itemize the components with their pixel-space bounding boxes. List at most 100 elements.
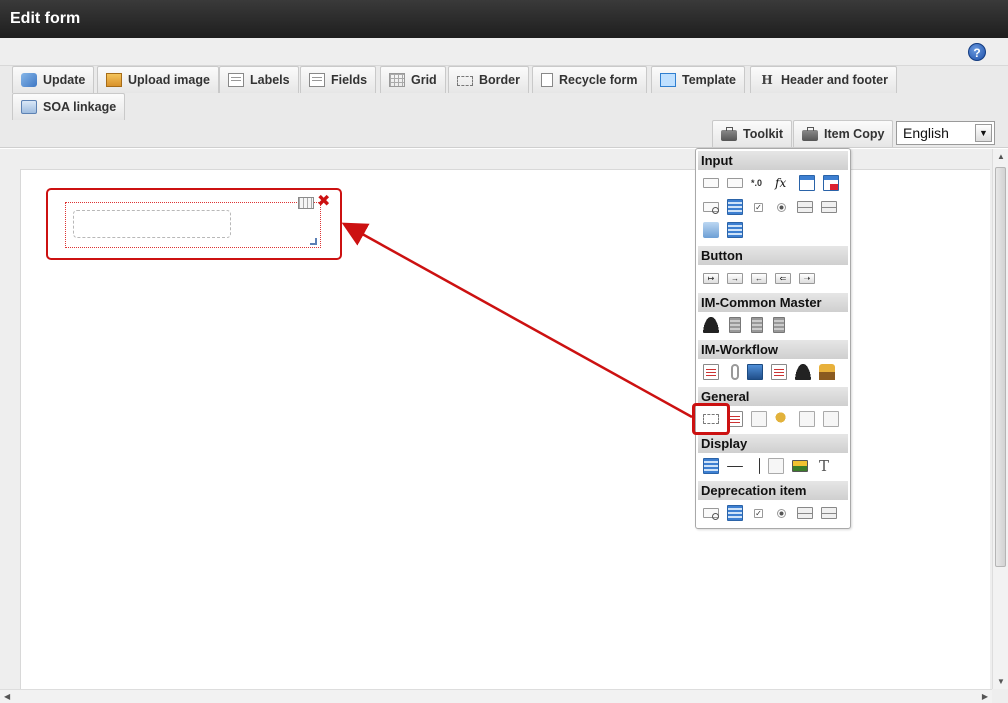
vertical-scrollbar[interactable]: ▲ ▼ (992, 149, 1008, 689)
deprecated-search-icon[interactable] (703, 508, 719, 520)
placed-field[interactable]: ✖ (65, 194, 330, 248)
fx-icon[interactable]: fx (775, 175, 791, 191)
horizontal-line-icon[interactable] (727, 466, 743, 467)
scroll-down-icon[interactable]: ▼ (997, 677, 1005, 686)
deprecated-checkbox-icon[interactable]: ✓ (754, 509, 763, 518)
palette-item-highlight (692, 403, 730, 435)
recycle-form-button[interactable]: Recycle form (532, 66, 647, 93)
vertical-line-icon[interactable] (759, 458, 760, 474)
horizontal-scrollbar[interactable]: ◀ ▶ (0, 689, 992, 703)
upload-image-label: Upload image (128, 73, 210, 87)
fields-button[interactable]: Fields (300, 66, 377, 93)
label-icon[interactable] (703, 458, 719, 474)
soa-linkage-icon (21, 100, 37, 114)
soa-linkage-label: SOA linkage (43, 100, 117, 114)
box-icon[interactable] (768, 458, 784, 474)
calendar-icon[interactable] (799, 175, 815, 191)
camera-icon[interactable] (751, 411, 767, 427)
help-icon[interactable]: ? (968, 43, 986, 61)
template-icon (660, 73, 676, 87)
fields-label: Fields (331, 73, 368, 87)
building-icon[interactable] (729, 317, 741, 333)
user-search-icon[interactable] (795, 364, 811, 380)
stamp-icon[interactable] (819, 364, 835, 380)
button-next-icon[interactable]: → (727, 273, 743, 284)
resize-handle-icon[interactable] (310, 238, 317, 245)
item-copy-button[interactable]: Item Copy (793, 120, 894, 147)
table-icon[interactable] (298, 197, 314, 209)
chevron-down-icon[interactable]: ▼ (975, 124, 992, 142)
picture-icon[interactable] (792, 460, 808, 472)
panel-icon[interactable] (799, 411, 815, 427)
section-im-workflow: IM-Workflow (698, 340, 848, 359)
section-button: Button (698, 246, 848, 265)
key-icon[interactable] (775, 411, 791, 427)
radio-icon[interactable] (777, 203, 786, 212)
toolkit-icon (721, 126, 737, 141)
org-user-icon[interactable] (751, 317, 763, 333)
text-icon[interactable]: T (816, 458, 832, 474)
upload-image-button[interactable]: Upload image (97, 66, 219, 93)
template-button[interactable]: Template (651, 66, 745, 93)
upload-icon[interactable] (703, 222, 719, 238)
calendar-range-icon[interactable] (823, 175, 839, 191)
border-icon (457, 76, 473, 86)
language-select[interactable]: English ▼ (896, 121, 995, 145)
button-forward-icon[interactable]: ➝ (799, 273, 815, 284)
recycle-form-label: Recycle form (559, 73, 638, 87)
clipboard-icon[interactable] (703, 364, 719, 380)
paperclip-icon[interactable] (731, 364, 739, 380)
toolkit-palette: Input *.0 fx ✓ Button ↦ → ← ⇐ ➝ IM-Commo… (695, 148, 851, 529)
button-check-icon[interactable]: ↦ (703, 273, 719, 284)
textbox-icon[interactable] (703, 178, 719, 188)
scroll-left-icon[interactable]: ◀ (4, 692, 10, 701)
soa-linkage-button[interactable]: SOA linkage (12, 93, 126, 120)
grid-icon (389, 73, 405, 87)
listbox-icon[interactable] (821, 201, 837, 213)
border-button[interactable]: Border (448, 66, 529, 93)
toolbar: Update Upload image Labels Fields Grid B… (0, 66, 1008, 148)
upload-image-icon (106, 73, 122, 87)
update-icon (21, 73, 37, 87)
deprecated-list-icon[interactable] (797, 507, 813, 519)
item-copy-label: Item Copy (824, 127, 885, 141)
number-icon[interactable]: *.0 (751, 175, 767, 191)
search-field-icon[interactable] (703, 202, 719, 214)
textbox-alt-icon[interactable] (727, 178, 743, 188)
help-bar: ? (0, 38, 1008, 66)
user-icon[interactable] (703, 317, 719, 333)
grid-button[interactable]: Grid (380, 66, 446, 93)
deprecated-table-icon[interactable] (727, 505, 743, 521)
table-input-icon[interactable] (727, 199, 743, 215)
language-value: English (903, 125, 949, 141)
fields-icon (309, 73, 325, 87)
org-icon[interactable] (773, 317, 785, 333)
deprecated-radio-icon[interactable] (777, 509, 786, 518)
history-icon[interactable] (771, 364, 787, 380)
image-icon[interactable] (747, 364, 763, 380)
vertical-scroll-thumb[interactable] (995, 167, 1006, 567)
section-deprecation-item: Deprecation item (698, 481, 848, 500)
scroll-up-icon[interactable]: ▲ (997, 152, 1005, 161)
placed-field-input[interactable] (73, 210, 231, 238)
button-back-icon[interactable]: ← (751, 273, 767, 284)
close-icon[interactable]: ✖ (317, 194, 331, 210)
item-copy-icon (802, 126, 818, 141)
checkbox-icon[interactable]: ✓ (754, 203, 763, 212)
window-title: Edit form (0, 0, 1008, 38)
header-footer-button[interactable]: H Header and footer (750, 66, 897, 93)
chart-icon[interactable] (823, 411, 839, 427)
border-label: Border (479, 73, 520, 87)
section-display: Display (698, 434, 848, 453)
scroll-right-icon[interactable]: ▶ (982, 692, 988, 701)
button-return-icon[interactable]: ⇐ (775, 273, 791, 284)
deprecated-listbox-icon[interactable] (821, 507, 837, 519)
grid-label: Grid (411, 73, 437, 87)
toolkit-label: Toolkit (743, 127, 784, 141)
toolkit-button[interactable]: Toolkit (712, 120, 793, 147)
grid-input-icon[interactable] (727, 222, 743, 238)
list-icon[interactable] (797, 201, 813, 213)
labels-button[interactable]: Labels (219, 66, 299, 93)
placed-field-highlight: ✖ (46, 188, 342, 260)
update-button[interactable]: Update (12, 66, 95, 93)
